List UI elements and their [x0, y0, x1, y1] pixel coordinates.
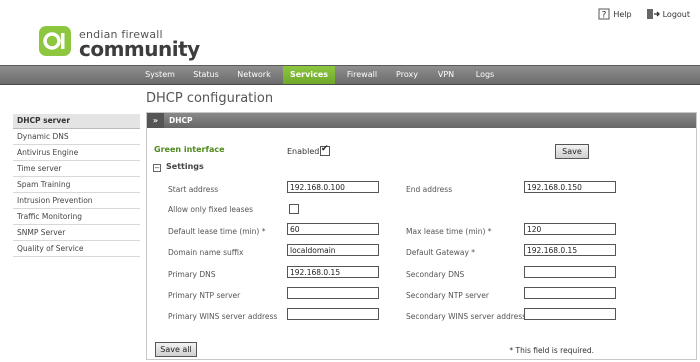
nav-firewall[interactable]: Firewall: [342, 66, 382, 84]
domain-suffix-label: Domain name suffix: [168, 248, 244, 257]
default-gateway-label: Default Gateway *: [406, 248, 476, 257]
settings-label: Settings: [166, 162, 204, 171]
top-links: ? Help Logout: [598, 8, 690, 20]
default-gateway-input[interactable]: 192.168.0.15: [524, 244, 616, 256]
endian-logo-icon: [39, 26, 71, 56]
max-lease-label: Max lease time (min) *: [406, 227, 492, 236]
sidebar-item-dhcp-server[interactable]: DHCP server: [13, 114, 140, 129]
max-lease-input[interactable]: 120: [524, 223, 616, 235]
nav-system[interactable]: System: [140, 66, 180, 84]
panel-title: DHCP: [169, 116, 193, 125]
sidebar: DHCP server Dynamic DNS Antivirus Engine…: [13, 114, 140, 258]
checkmark-icon: ✔: [321, 144, 329, 154]
primary-ntp-label: Primary NTP server: [168, 291, 241, 300]
enabled-checkbox[interactable]: ✔: [320, 144, 330, 156]
required-field-note: * This field is required.: [509, 346, 594, 355]
settings-collapse-icon[interactable]: −: [153, 164, 161, 172]
domain-suffix-input[interactable]: localdomain: [287, 244, 379, 256]
nav-vpn[interactable]: VPN: [432, 66, 460, 84]
secondary-ntp-label: Secondary NTP server: [406, 291, 489, 300]
panel-header: » DHCP: [147, 113, 696, 128]
logout-link[interactable]: Logout: [646, 8, 690, 20]
sidebar-item-time-server[interactable]: Time server: [13, 162, 140, 177]
end-address-label: End address: [406, 185, 453, 194]
help-label: Help: [613, 9, 632, 19]
svg-text:?: ?: [602, 11, 607, 21]
allow-fixed-leases-label: Allow only fixed leases: [168, 205, 254, 214]
sidebar-item-intrusion-prevention[interactable]: Intrusion Prevention: [13, 194, 140, 209]
end-address-input[interactable]: 192.168.0.150: [524, 181, 616, 193]
green-interface-label: Green interface: [154, 145, 225, 154]
start-address-label: Start address: [168, 185, 219, 194]
nav-services[interactable]: Services: [283, 66, 335, 84]
sidebar-item-snmp-server[interactable]: SNMP Server: [13, 226, 140, 241]
default-lease-input[interactable]: 60: [287, 223, 379, 235]
help-icon: ?: [598, 8, 610, 20]
nav-status[interactable]: Status: [188, 66, 224, 84]
primary-dns-input[interactable]: 192.168.0.15: [287, 266, 379, 278]
allow-fixed-leases-checkbox[interactable]: [289, 204, 299, 214]
secondary-dns-input[interactable]: [524, 266, 616, 278]
sidebar-item-dynamic-dns[interactable]: Dynamic DNS: [13, 130, 140, 145]
sidebar-item-spam-training[interactable]: Spam Training: [13, 178, 140, 193]
main-nav: System Status Network Services Firewall …: [0, 65, 700, 85]
nav-proxy[interactable]: Proxy: [391, 66, 423, 84]
dhcp-panel: » DHCP Green interface Enabled ✔ Save − …: [146, 112, 697, 360]
default-lease-label: Default lease time (min) *: [168, 227, 266, 236]
primary-wins-input[interactable]: [287, 308, 379, 320]
save-all-button[interactable]: Save all: [155, 342, 197, 357]
logout-icon: [646, 9, 660, 19]
brand-line2: community: [79, 37, 200, 61]
sidebar-item-traffic-monitoring[interactable]: Traffic Monitoring: [13, 210, 140, 225]
secondary-wins-label: Secondary WINS server address: [406, 312, 527, 321]
help-link[interactable]: ? Help: [598, 8, 632, 20]
endian-logo: endian firewall community: [39, 26, 200, 64]
secondary-dns-label: Secondary DNS: [406, 270, 465, 279]
sidebar-item-antivirus-engine[interactable]: Antivirus Engine: [13, 146, 140, 161]
page-title: DHCP configuration: [146, 91, 274, 106]
primary-ntp-input[interactable]: [287, 287, 379, 299]
logout-label: Logout: [662, 9, 690, 19]
sidebar-item-quality-of-service[interactable]: Quality of Service: [13, 242, 140, 257]
primary-wins-label: Primary WINS server address: [168, 312, 278, 321]
primary-dns-label: Primary DNS: [168, 270, 216, 279]
secondary-ntp-input[interactable]: [524, 287, 616, 299]
enabled-label: Enabled: [287, 147, 320, 156]
secondary-wins-input[interactable]: [524, 308, 616, 320]
nav-network[interactable]: Network: [232, 66, 276, 84]
start-address-input[interactable]: 192.168.0.100: [287, 181, 379, 193]
collapse-arrows-icon[interactable]: »: [147, 113, 164, 128]
nav-logs[interactable]: Logs: [470, 66, 500, 84]
save-button[interactable]: Save: [555, 144, 589, 159]
